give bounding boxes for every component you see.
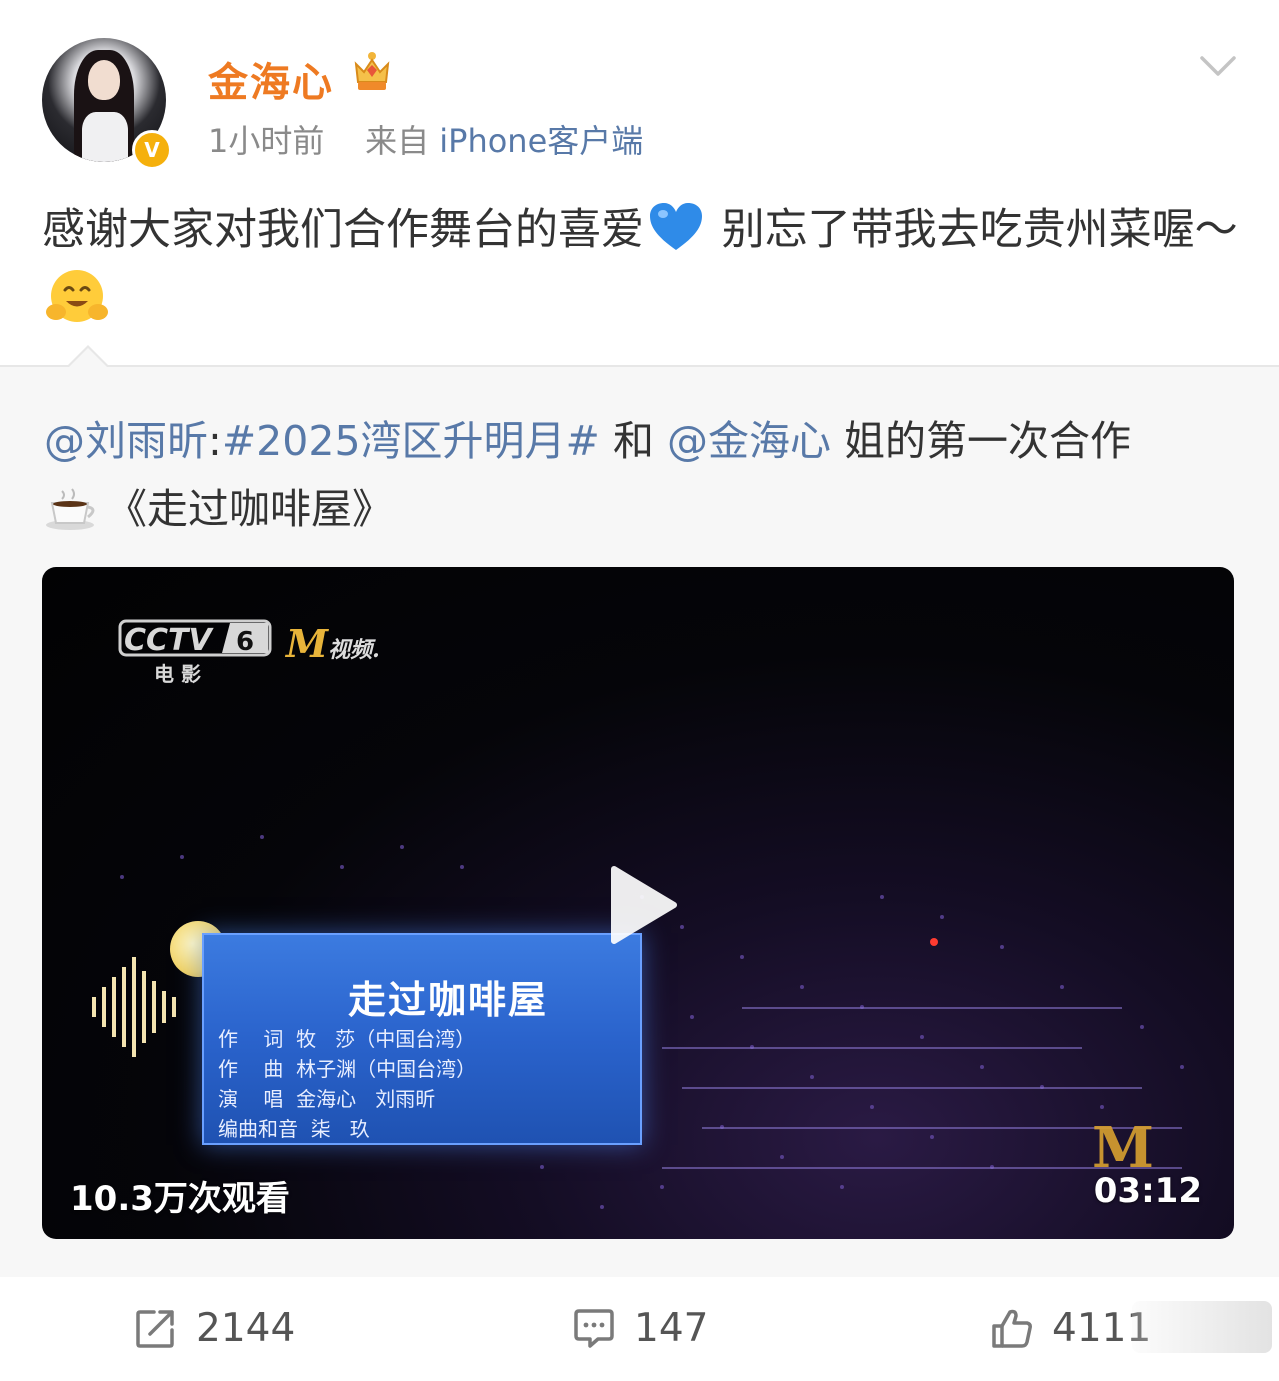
credit-line: 编曲和音 柒 玖: [218, 1117, 370, 1141]
view-count: 10.3万次观看: [70, 1179, 290, 1219]
credit-line: 演 唱 金海心 刘雨昕: [218, 1087, 436, 1111]
m-video-logo: M视频.: [286, 621, 380, 666]
video-player[interactable]: CCTV 6 电 影 M视频. 走过咖啡屋 作 词 牧 莎（中国台湾） 作 曲 …: [42, 567, 1234, 1239]
hugging-face-emoji: [46, 270, 108, 322]
comment-count: 147: [634, 1305, 709, 1351]
blue-heart-emoji: [650, 203, 702, 250]
play-icon[interactable]: [608, 865, 678, 945]
post-time: 1小时前: [208, 122, 325, 160]
mention-link[interactable]: @金海心: [667, 417, 831, 465]
coffee-cup-emoji: [46, 488, 95, 530]
comment-button[interactable]: 147: [572, 1303, 708, 1353]
repost-button[interactable]: 2144: [134, 1303, 295, 1353]
credit-line: 作 词 牧 莎（中国台湾）: [218, 1027, 476, 1051]
post-text-part2: 别忘了带我去吃贵州菜喔～: [721, 205, 1238, 255]
channel-sub: 电 影: [154, 662, 201, 686]
video-duration: 03:12: [1093, 1171, 1202, 1211]
mention-author[interactable]: @刘雨昕: [44, 417, 208, 465]
svg-text:CCTV: CCTV: [124, 623, 214, 658]
like-button[interactable]: 4111: [990, 1303, 1151, 1353]
comment-icon: [574, 1309, 614, 1348]
song-title: 《走过咖啡屋》: [106, 485, 393, 533]
crown-level-icon: [354, 52, 390, 90]
credit-line: 作 曲 林子渊（中国台湾）: [218, 1057, 477, 1081]
thumbs-up-icon: [992, 1309, 1032, 1348]
weibo-post: V 金海心 1小时前 来自 iPhone客户端 感谢大家对我们合作舞台的喜爱 别…: [0, 0, 1279, 365]
post-meta: 1小时前 来自 iPhone客户端: [208, 116, 643, 162]
action-bar: 2144 147 4111: [0, 1277, 1279, 1381]
watermark-blur: [1132, 1301, 1272, 1353]
song-credits-card: 走过咖啡屋 作 词 牧 莎（中国台湾） 作 曲 林子渊（中国台湾） 演 唱 金海…: [202, 933, 642, 1145]
share-icon: [136, 1310, 174, 1348]
post-text-part1: 感谢大家对我们合作舞台的喜爱: [42, 205, 644, 255]
svg-text:6: 6: [236, 627, 254, 657]
repost-card[interactable]: @刘雨昕:#2025湾区升明月# 和 @金海心 姐的第一次合作 《走过咖啡屋》: [0, 345, 1279, 1279]
repost-count: 2144: [196, 1305, 296, 1351]
username[interactable]: 金海心: [208, 50, 334, 108]
verified-badge-icon: V: [132, 130, 172, 170]
repost-text-end: 姐的第一次合作: [844, 417, 1132, 465]
post-text: 感谢大家对我们合作舞台的喜爱 别忘了带我去吃贵州菜喔～: [42, 196, 1242, 332]
post-source[interactable]: iPhone客户端: [439, 122, 643, 160]
chevron-down-icon[interactable]: [1198, 52, 1238, 80]
hashtag-link[interactable]: #2025湾区升明月#: [222, 417, 600, 465]
repost-text-mid: 和: [612, 417, 654, 465]
source-prefix: 来自: [365, 122, 430, 160]
card-title: 走过咖啡屋: [348, 977, 549, 1022]
repost-text: @刘雨昕:#2025湾区升明月# 和 @金海心 姐的第一次合作 《走过咖啡屋》: [44, 417, 1132, 533]
